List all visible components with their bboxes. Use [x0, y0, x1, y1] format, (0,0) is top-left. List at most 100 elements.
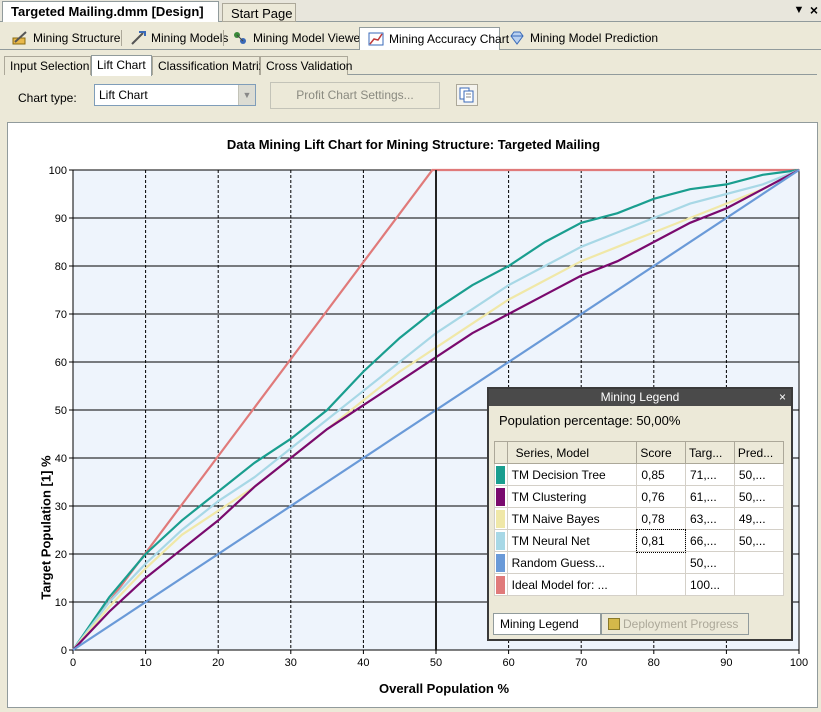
series-predict	[733, 573, 785, 596]
series-score: 0,81	[635, 528, 687, 553]
series-name: TM Decision Tree	[506, 463, 638, 486]
column-header-target[interactable]: Targ...	[684, 441, 735, 464]
x-tick-label: 70	[575, 657, 587, 669]
tab-mining-models[interactable]: Mining Models	[122, 27, 228, 49]
y-tick-label: 70	[55, 309, 67, 321]
document-tab-strip: Targeted Mailing.dmm [Design] Start Page…	[0, 0, 821, 22]
diamond-icon	[509, 30, 525, 46]
tab-mining-accuracy-chart[interactable]: Mining Accuracy Chart	[359, 27, 509, 50]
series-color-swatch	[494, 463, 508, 486]
series-name: TM Neural Net	[506, 529, 638, 552]
column-header-predict[interactable]: Pred...	[733, 441, 785, 464]
y-tick-label: 30	[55, 501, 67, 513]
chevron-down-icon[interactable]: ▼	[238, 85, 255, 105]
chart-type-label: Chart type:	[18, 91, 77, 105]
close-icon[interactable]: ×	[807, 3, 821, 17]
tab-lift-chart[interactable]: Lift Chart	[91, 55, 152, 76]
tab-label: Mining Models	[151, 31, 229, 45]
x-tick-label: 0	[70, 657, 76, 669]
series-target: 61,...	[684, 485, 735, 508]
x-tick-label: 20	[212, 657, 224, 669]
chart-toolbar: Chart type: Lift Chart ▼ Profit Chart Se…	[4, 76, 817, 120]
doc-tab-start-page[interactable]: Start Page	[222, 3, 296, 22]
tab-input-selection[interactable]: Input Selection	[4, 56, 91, 75]
column-header-color	[494, 441, 508, 464]
y-tick-label: 20	[55, 549, 67, 561]
series-target: 100...	[684, 573, 735, 596]
profit-chart-settings-button[interactable]: Profit Chart Settings...	[270, 82, 440, 109]
tab-cross-validation[interactable]: Cross Validation	[260, 56, 352, 75]
legend-row[interactable]: TM Naive Bayes 0,78 63,... 49,...	[494, 507, 785, 530]
model-viewer-icon	[232, 30, 248, 46]
legend-row[interactable]: TM Neural Net 0,81 66,... 50,...	[494, 528, 785, 553]
series-color-swatch	[494, 551, 508, 574]
mining-legend-window[interactable]: Mining Legend × Population percentage: 5…	[487, 387, 793, 641]
tab-mining-legend[interactable]: Mining Legend	[493, 613, 601, 635]
legend-title-bar[interactable]: Mining Legend ×	[489, 389, 791, 406]
series-name: Random Guess...	[506, 551, 638, 574]
series-target: 71,...	[684, 463, 735, 486]
series-color-swatch	[494, 573, 508, 596]
series-score	[636, 551, 686, 574]
legend-table: Series, Model Score Targ... Pred... TM D…	[494, 441, 785, 596]
legend-row[interactable]: Random Guess... 50,...	[494, 551, 785, 574]
legend-title: Mining Legend	[600, 390, 680, 404]
tab-deployment-progress[interactable]: Deployment Progress	[601, 613, 749, 635]
doc-tab-design[interactable]: Targeted Mailing.dmm [Design]	[2, 1, 219, 22]
y-axis-label: Target Population [1] %	[38, 455, 54, 600]
legend-row[interactable]: TM Decision Tree 0,85 71,... 50,...	[494, 463, 785, 486]
series-color-swatch	[494, 485, 508, 508]
deployment-icon	[608, 618, 620, 630]
series-name: Ideal Model for: ...	[506, 573, 638, 596]
x-tick-label: 40	[357, 657, 369, 669]
tab-label: Mining Structure	[33, 31, 121, 45]
series-color-swatch	[494, 507, 508, 530]
series-score: 0,76	[636, 485, 686, 508]
copy-icon[interactable]	[456, 84, 478, 106]
chart-type-value: Lift Chart	[99, 88, 148, 102]
tab-mining-model-prediction[interactable]: Mining Model Prediction	[501, 27, 658, 49]
tab-label: Deployment Progress	[623, 617, 739, 631]
series-predict: 49,...	[733, 507, 785, 530]
series-predict: 50,...	[733, 529, 785, 552]
mining-structure-icon	[12, 30, 28, 46]
series-target: 66,...	[684, 529, 735, 552]
tab-label: Mining Accuracy Chart	[389, 32, 510, 46]
tab-label: Mining Model Viewer	[253, 31, 365, 45]
tab-classification-matrix[interactable]: Classification Matrix	[152, 56, 265, 75]
y-tick-label: 60	[55, 357, 67, 369]
x-tick-label: 90	[720, 657, 732, 669]
series-score: 0,78	[636, 507, 686, 530]
column-header-series[interactable]: Series, Model	[506, 441, 638, 464]
x-axis-label: Overall Population %	[378, 681, 510, 696]
close-icon[interactable]: ×	[779, 389, 786, 406]
x-tick-label: 100	[790, 657, 808, 669]
series-target: 63,...	[684, 507, 735, 530]
column-header-score[interactable]: Score	[636, 441, 686, 464]
y-tick-label: 0	[61, 645, 67, 657]
tab-mining-structure[interactable]: Mining Structure	[4, 27, 120, 49]
x-tick-label: 10	[139, 657, 151, 669]
y-tick-label: 50	[55, 405, 67, 417]
series-score	[636, 573, 686, 596]
series-color-swatch	[494, 529, 508, 552]
y-tick-label: 40	[55, 453, 67, 465]
chevron-down-icon[interactable]: ▼	[792, 3, 806, 17]
legend-row[interactable]: TM Clustering 0,76 61,... 50,...	[494, 485, 785, 508]
series-name: TM Clustering	[506, 485, 638, 508]
legend-row[interactable]: Ideal Model for: ... 100...	[494, 573, 785, 596]
series-score: 0,85	[636, 463, 686, 486]
series-predict: 50,...	[733, 463, 785, 486]
tab-mining-model-viewer[interactable]: Mining Model Viewer	[224, 27, 364, 49]
series-target: 50,...	[684, 551, 735, 574]
population-percentage: Population percentage: 50,00%	[499, 413, 681, 428]
y-tick-label: 10	[55, 597, 67, 609]
designer-tab-strip: Mining Structure Mining Models Mining Mo…	[0, 26, 821, 50]
x-tick-label: 80	[648, 657, 660, 669]
tab-label: Mining Model Prediction	[530, 31, 659, 45]
y-tick-label: 100	[49, 165, 67, 177]
accuracy-chart-icon	[368, 31, 384, 47]
y-tick-label: 80	[55, 261, 67, 273]
x-tick-label: 30	[285, 657, 297, 669]
chart-type-dropdown[interactable]: Lift Chart ▼	[94, 84, 256, 106]
